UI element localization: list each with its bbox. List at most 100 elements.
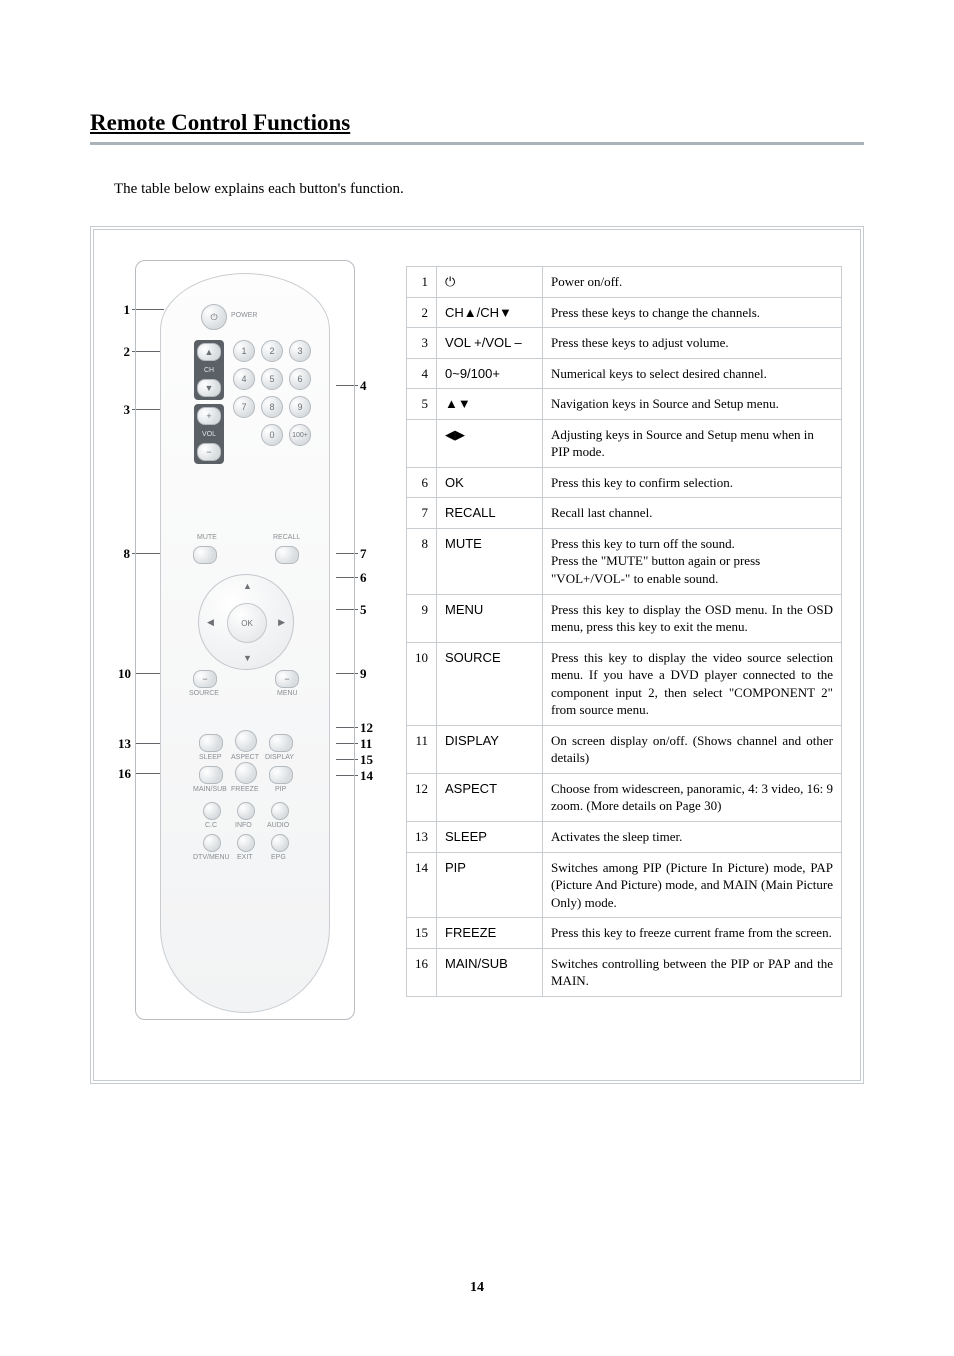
title-rule [90, 142, 864, 145]
dtvmenu-button [203, 834, 221, 852]
row-label: FREEZE [437, 918, 543, 949]
row-index: 6 [407, 467, 437, 498]
power-label: POWER [231, 312, 257, 319]
row-index: 2 [407, 297, 437, 328]
row-label: SLEEP [437, 822, 543, 853]
callout-7: 7 [360, 546, 376, 562]
nav-ring: ▲ ▼ ◀ ▶ OK [198, 574, 294, 670]
row-label: OK [437, 467, 543, 498]
row-label: CH▲/CH▼ [437, 297, 543, 328]
cc-button [203, 802, 221, 820]
num-1-button: 1 [233, 340, 255, 362]
callout-10: 10 [118, 666, 130, 682]
exit-button [237, 834, 255, 852]
vol-pad-label: VOL [202, 431, 216, 438]
num-6-button: 6 [289, 368, 311, 390]
ch-down-button: ▼ [197, 379, 221, 397]
aspect-label: ASPECT [231, 754, 259, 761]
callout-1: 1 [118, 302, 130, 318]
remote-outline: ⏻ POWER ▲ CH ▼ + VOL − 1 [135, 260, 355, 1020]
row-index: 5 [407, 389, 437, 420]
mute-button [193, 546, 217, 564]
row-label: SOURCE [437, 642, 543, 725]
callout-14: 14 [360, 768, 376, 784]
table-row: 8MUTEPress this key to turn off the soun… [407, 528, 842, 594]
row-index: 4 [407, 358, 437, 389]
row-index: 15 [407, 918, 437, 949]
vol-up-button: + [197, 407, 221, 425]
aspect-button [235, 730, 257, 752]
row-description: Activates the sleep timer. [543, 822, 842, 853]
exit-label: EXIT [237, 854, 253, 861]
menu-button: − [275, 670, 299, 688]
ch-up-button: ▲ [197, 343, 221, 361]
row-description: Choose from widescreen, panoramic, 4: 3 … [543, 773, 842, 821]
power-button: ⏻ [201, 304, 227, 330]
function-table: 1⏻Power on/off.2CH▲/CH▼Press these keys … [406, 266, 842, 997]
vol-pad: + VOL − [194, 404, 224, 464]
row-label: RECALL [437, 498, 543, 529]
table-row: 3VOL +/VOL –Press these keys to adjust v… [407, 328, 842, 359]
row-index [407, 419, 437, 467]
num-3-button: 3 [289, 340, 311, 362]
display-button [269, 734, 293, 752]
intro-text: The table below explains each button's f… [114, 181, 864, 198]
table-row: 6OKPress this key to confirm selection. [407, 467, 842, 498]
recall-button [275, 546, 299, 564]
info-label: INFO [235, 822, 252, 829]
row-index: 8 [407, 528, 437, 594]
table-row: 14PIPSwitches among PIP (Picture In Pict… [407, 852, 842, 918]
menu-label: MENU [277, 690, 298, 697]
row-index: 7 [407, 498, 437, 529]
callout-11: 11 [360, 736, 376, 752]
remote-illustration: 1 2 3 8 10 13 16 4 7 6 5 9 [102, 250, 388, 1020]
table-row: 5▲▼Navigation keys in Source and Setup m… [407, 389, 842, 420]
num-2-button: 2 [261, 340, 283, 362]
row-description: Press this key to confirm selection. [543, 467, 842, 498]
row-description: Navigation keys in Source and Setup menu… [543, 389, 842, 420]
row-label: ASPECT [437, 773, 543, 821]
callout-3: 3 [118, 402, 130, 418]
table-row: 1⏻Power on/off. [407, 267, 842, 298]
recall-label: RECALL [273, 534, 300, 541]
table-row: 13SLEEPActivates the sleep timer. [407, 822, 842, 853]
row-description: Press this key to freeze current frame f… [543, 918, 842, 949]
callout-13: 13 [118, 736, 130, 752]
pip-label: PIP [275, 786, 286, 793]
cc-label: C.C [205, 822, 217, 829]
row-description: Recall last channel. [543, 498, 842, 529]
num-7-button: 7 [233, 396, 255, 418]
row-index: 14 [407, 852, 437, 918]
row-label: MAIN/SUB [437, 948, 543, 996]
row-label: DISPLAY [437, 725, 543, 773]
row-description: Press this key to display the OSD menu. … [543, 594, 842, 642]
table-row: 7RECALLRecall last channel. [407, 498, 842, 529]
ch-pad-label: CH [204, 367, 214, 374]
row-description: Press these keys to change the channels. [543, 297, 842, 328]
num-0-button: 0 [261, 424, 283, 446]
table-row: 16MAIN/SUBSwitches controlling between t… [407, 948, 842, 996]
source-label: SOURCE [189, 690, 219, 697]
table-row: ◀▶Adjusting keys in Source and Setup men… [407, 419, 842, 467]
table-row: 9MENUPress this key to display the OSD m… [407, 594, 842, 642]
callout-2: 2 [118, 344, 130, 360]
page-number: 14 [0, 1280, 954, 1296]
num-4-button: 4 [233, 368, 255, 390]
nav-left-icon: ◀ [207, 617, 214, 628]
callout-12: 12 [360, 720, 376, 736]
table-row: 11DISPLAYOn screen display on/off. (Show… [407, 725, 842, 773]
row-label: PIP [437, 852, 543, 918]
row-description: Numerical keys to select desired channel… [543, 358, 842, 389]
epg-label: EPG [271, 854, 286, 861]
epg-button [271, 834, 289, 852]
row-index: 10 [407, 642, 437, 725]
row-index: 1 [407, 267, 437, 298]
mute-label: MUTE [197, 534, 217, 541]
nav-up-icon: ▲ [243, 581, 252, 591]
callout-6: 6 [360, 570, 376, 586]
table-row: 15FREEZEPress this key to freeze current… [407, 918, 842, 949]
row-description: Press these keys to adjust volume. [543, 328, 842, 359]
nav-right-icon: ▶ [278, 617, 285, 628]
dtvmenu-label: DTV/MENU [193, 854, 230, 861]
freeze-button [235, 762, 257, 784]
